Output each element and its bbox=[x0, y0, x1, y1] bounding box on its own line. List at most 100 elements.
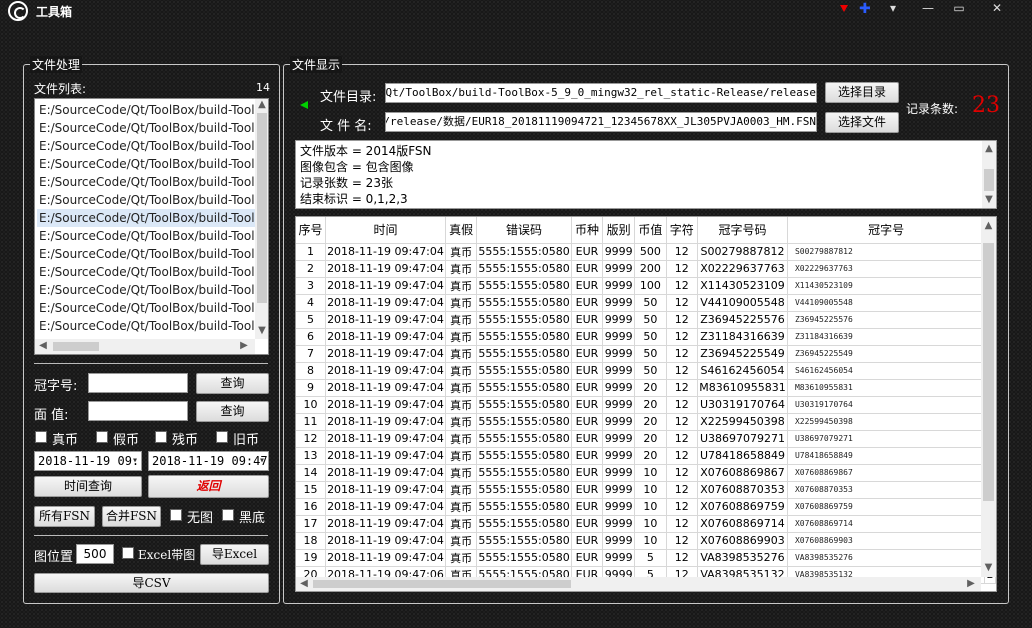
file-list-vscrollbar[interactable]: ▲ ▼ bbox=[255, 99, 268, 339]
table-hscroll-thumb[interactable] bbox=[313, 580, 571, 588]
back-button[interactable]: 返回 bbox=[148, 475, 269, 498]
table-row[interactable]: 16 2018-11-19 09:47:04 真币 5555:1555:0580 EUR… bbox=[296, 498, 996, 516]
export-csv-button[interactable]: 导CSV bbox=[34, 573, 269, 593]
column-header[interactable]: 币值 bbox=[634, 217, 667, 244]
file-list-vscroll-thumb[interactable] bbox=[257, 113, 267, 303]
column-header[interactable]: 字符 bbox=[666, 217, 699, 244]
merge-fsn-button[interactable]: 合并FSN bbox=[102, 506, 161, 527]
file-list-item[interactable]: E:/SourceCode/Qt/ToolBox/build-ToolBox-5 bbox=[39, 227, 255, 245]
fake-checkbox[interactable] bbox=[96, 431, 108, 443]
file-list-hscrollbar[interactable]: ◀ ▶ bbox=[35, 339, 255, 354]
choose-file-button[interactable]: 选择文件 bbox=[825, 112, 899, 133]
scroll-down-icon[interactable]: ▼ bbox=[981, 562, 996, 574]
serial-input[interactable] bbox=[88, 373, 188, 393]
table-cell: 5555:1555:0580 bbox=[476, 549, 572, 567]
table-row[interactable]: 17 2018-11-19 09:47:04 真币 5555:1555:0580 EUR… bbox=[296, 515, 996, 533]
info-vscroll-thumb[interactable] bbox=[984, 169, 994, 191]
start-time-picker[interactable]: 2018-11-19 09: ▾ bbox=[34, 451, 142, 471]
table-row[interactable]: 19 2018-11-19 09:47:04 真币 5555:1555:0580 EUR… bbox=[296, 549, 996, 567]
serial-query-button[interactable]: 查询 bbox=[196, 373, 269, 394]
scroll-down-icon[interactable]: ▼ bbox=[982, 194, 996, 206]
scroll-up-icon[interactable]: ▲ bbox=[255, 99, 268, 111]
records-table-container[interactable]: 序号 时间 真假 错误码 币种 版别 币值 字符 冠字号码 冠字号 1 2018-11-19 09:… bbox=[295, 216, 997, 592]
table-row[interactable]: 11 2018-11-19 09:47:04 真币 5555:1555:0580 EUR… bbox=[296, 413, 996, 431]
file-list-item[interactable]: E:/SourceCode/Qt/ToolBox/build-ToolBox-5 bbox=[39, 245, 255, 263]
file-list-item[interactable]: E:/SourceCode/Qt/ToolBox/build-ToolBox-5 bbox=[39, 281, 255, 299]
scroll-right-icon[interactable]: ▶ bbox=[238, 340, 250, 352]
scroll-left-icon[interactable]: ◀ bbox=[37, 340, 49, 352]
info-vscrollbar[interactable]: ▲ ▼ bbox=[982, 141, 996, 208]
dropdown-menu-button[interactable]: ▾ bbox=[878, 0, 908, 18]
table-row[interactable]: 3 2018-11-19 09:47:04 真币 5555:1555:0580 EUR 9… bbox=[296, 277, 996, 295]
file-list-hscroll-thumb[interactable] bbox=[53, 342, 99, 351]
close-button[interactable]: ✕ bbox=[982, 0, 1012, 18]
table-hscrollbar[interactable]: ◀ ▶ bbox=[296, 577, 981, 591]
value-input[interactable] bbox=[88, 401, 188, 421]
scroll-down-icon[interactable]: ▼ bbox=[255, 325, 268, 337]
file-list-item[interactable]: E:/SourceCode/Qt/ToolBox/build-ToolBox-5 bbox=[39, 101, 255, 119]
table-row[interactable]: 18 2018-11-19 09:47:04 真币 5555:1555:0580 EUR… bbox=[296, 532, 996, 550]
table-row[interactable]: 5 2018-11-19 09:47:04 真币 5555:1555:0580 EUR 9… bbox=[296, 311, 996, 329]
file-list-item[interactable]: E:/SourceCode/Qt/ToolBox/build-ToolBox-5 bbox=[37, 209, 255, 227]
scroll-right-icon[interactable]: ▶ bbox=[965, 578, 977, 590]
column-header[interactable]: 序号 bbox=[296, 217, 327, 244]
table-cell: S46162456054 bbox=[697, 362, 788, 380]
table-row[interactable]: 10 2018-11-19 09:47:04 真币 5555:1555:0580 EUR… bbox=[296, 396, 996, 414]
choose-dir-button[interactable]: 选择目录 bbox=[825, 82, 899, 103]
table-vscroll-thumb[interactable] bbox=[983, 243, 994, 501]
no-image-checkbox[interactable] bbox=[170, 509, 182, 521]
column-header[interactable]: 币种 bbox=[571, 217, 604, 244]
old-checkbox[interactable] bbox=[216, 431, 228, 443]
end-time-value: 2018-11-19 09:47 bbox=[152, 454, 268, 468]
all-fsn-button[interactable]: 所有FSN bbox=[34, 506, 95, 527]
table-row[interactable]: 2 2018-11-19 09:47:04 真币 5555:1555:0580 EUR 9… bbox=[296, 260, 996, 278]
end-time-picker[interactable]: 2018-11-19 09:47 ▾ bbox=[148, 451, 269, 471]
image-pos-input[interactable] bbox=[76, 544, 114, 564]
dir-path-field[interactable]: E:/SourceCode/Qt/ToolBox/build-ToolBox-5… bbox=[385, 83, 817, 103]
file-path-field[interactable]: release/release/数据/EUR18_20181119094721_… bbox=[385, 112, 817, 132]
table-cell: 5555:1555:0580 bbox=[476, 515, 572, 533]
column-header[interactable]: 错误码 bbox=[476, 217, 572, 244]
file-info-box[interactable]: 文件版本 = 2014版FSN 图像包含 = 包含图像 记录张数 = 23张 结… bbox=[295, 140, 997, 209]
scroll-up-icon[interactable]: ▲ bbox=[982, 143, 996, 155]
file-list[interactable]: E:/SourceCode/Qt/ToolBox/build-ToolBox-5… bbox=[34, 98, 269, 355]
genuine-checkbox[interactable] bbox=[35, 431, 47, 443]
minimize-button[interactable]: — bbox=[913, 0, 943, 18]
column-header[interactable]: 冠字号 bbox=[787, 217, 986, 244]
file-list-item[interactable]: E:/SourceCode/Qt/ToolBox/build-ToolBox-5 bbox=[39, 263, 255, 281]
value-query-button[interactable]: 查询 bbox=[196, 401, 269, 422]
column-header[interactable]: 冠字号码 bbox=[697, 217, 788, 244]
table-row[interactable]: 1 2018-11-19 09:47:04 真币 5555:1555:0580 EUR 9… bbox=[296, 243, 996, 261]
maximize-button[interactable]: ▭ bbox=[944, 0, 974, 18]
title-bar[interactable]: 工具箱 ✚ ▾ — ▭ ✕ bbox=[0, 0, 1032, 22]
excel-image-checkbox[interactable] bbox=[122, 547, 134, 559]
file-list-item[interactable]: E:/SourceCode/Qt/ToolBox/build-ToolBox-5 bbox=[39, 137, 255, 155]
table-row[interactable]: 13 2018-11-19 09:47:04 真币 5555:1555:0580 EUR… bbox=[296, 447, 996, 465]
table-row[interactable]: 15 2018-11-19 09:47:04 真币 5555:1555:0580 EUR… bbox=[296, 481, 996, 499]
table-row[interactable]: 14 2018-11-19 09:47:04 真币 5555:1555:0580 EUR… bbox=[296, 464, 996, 482]
file-list-item[interactable]: E:/SourceCode/Qt/ToolBox/build-ToolBox-5 bbox=[39, 299, 255, 317]
export-excel-button[interactable]: 导Excel bbox=[200, 544, 269, 565]
time-query-button[interactable]: 时间查询 bbox=[34, 476, 142, 497]
black-bg-checkbox[interactable] bbox=[222, 509, 234, 521]
table-row[interactable]: 9 2018-11-19 09:47:04 真币 5555:1555:0580 EUR 9… bbox=[296, 379, 996, 397]
table-row[interactable]: 6 2018-11-19 09:47:04 真币 5555:1555:0580 EUR 9… bbox=[296, 328, 996, 346]
column-header[interactable]: 真假 bbox=[445, 217, 478, 244]
scroll-up-icon[interactable]: ▲ bbox=[981, 220, 996, 232]
damaged-checkbox[interactable] bbox=[155, 431, 167, 443]
file-list-item[interactable]: E:/SourceCode/Qt/ToolBox/build-ToolBox-5 bbox=[39, 155, 255, 173]
table-row[interactable]: 12 2018-11-19 09:47:04 真币 5555:1555:0580 EUR… bbox=[296, 430, 996, 448]
table-row[interactable]: 7 2018-11-19 09:47:04 真币 5555:1555:0580 EUR 9… bbox=[296, 345, 996, 363]
table-row[interactable]: 8 2018-11-19 09:47:04 真币 5555:1555:0580 EUR 9… bbox=[296, 362, 996, 380]
info-line: 结束标识 = 0,1,2,3 bbox=[300, 192, 408, 206]
table-vscrollbar[interactable]: ▲ ▼ bbox=[981, 217, 996, 577]
column-header[interactable]: 时间 bbox=[325, 217, 446, 244]
table-cell: 20 bbox=[634, 430, 667, 448]
file-list-item[interactable]: E:/SourceCode/Qt/ToolBox/build-ToolBox-5 bbox=[39, 317, 255, 335]
scroll-left-icon[interactable]: ◀ bbox=[298, 578, 310, 590]
file-list-item[interactable]: E:/SourceCode/Qt/ToolBox/build-ToolBox-5 bbox=[39, 119, 255, 137]
column-header[interactable]: 版别 bbox=[602, 217, 636, 244]
file-list-item[interactable]: E:/SourceCode/Qt/ToolBox/build-ToolBox-5 bbox=[39, 173, 255, 191]
table-row[interactable]: 4 2018-11-19 09:47:04 真币 5555:1555:0580 EUR 9… bbox=[296, 294, 996, 312]
file-list-item[interactable]: E:/SourceCode/Qt/ToolBox/build-ToolBox-5 bbox=[39, 191, 255, 209]
